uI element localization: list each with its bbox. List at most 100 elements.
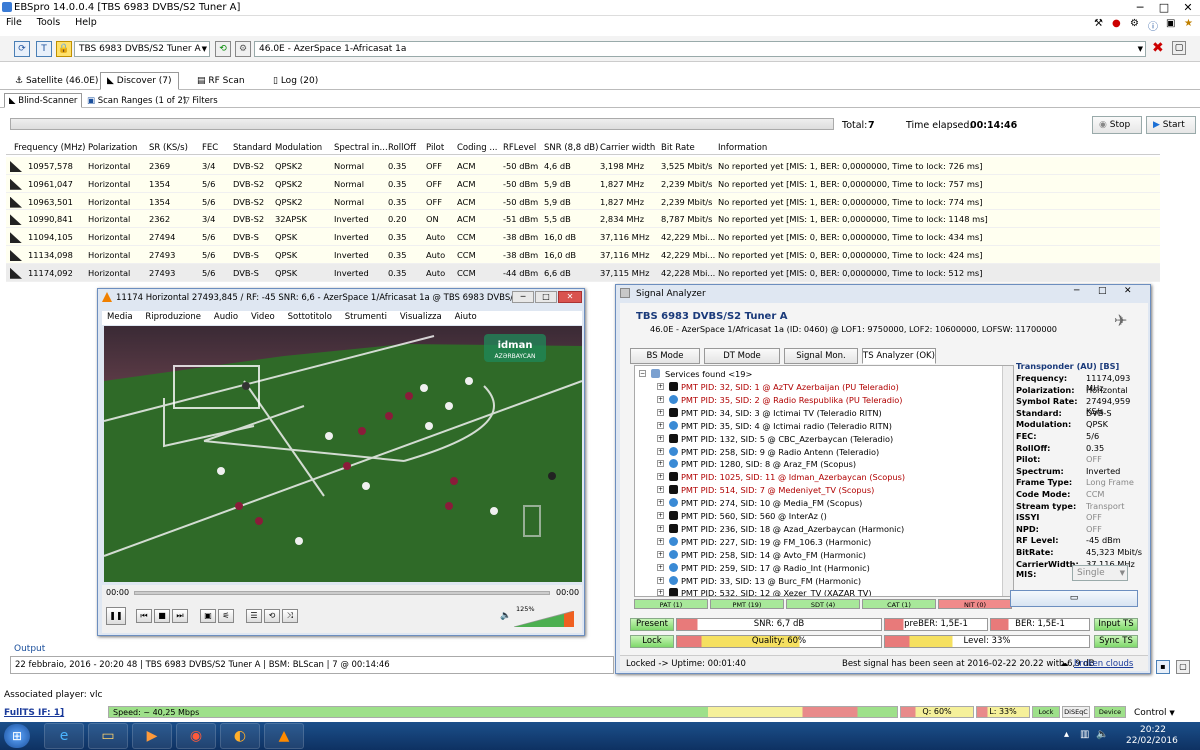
tab-signal-mon[interactable]: Signal Mon. [784, 348, 858, 364]
dish-config-icon[interactable]: ⚙ [235, 41, 251, 57]
media-player-icon[interactable]: ▶ [132, 723, 172, 749]
mis-select[interactable]: Single ▼ [1072, 565, 1128, 581]
expand-icon[interactable]: + [657, 512, 664, 519]
output-window-icon[interactable]: ▢ [1176, 660, 1190, 674]
vlc-menu-item[interactable]: Visualizza [395, 311, 447, 323]
table-row[interactable]: 11134,098 Horizontal 27493 5/6 DVB-S QPSK Inve… [6, 246, 1160, 264]
menu-file[interactable]: File [0, 16, 28, 29]
video-frame[interactable]: idman AZƏRBAYCAN [104, 326, 582, 582]
pause-button[interactable]: ❚❚ [106, 607, 126, 625]
save-icon[interactable]: ▪ [1156, 660, 1170, 674]
fullts-link[interactable]: FullTS IF: 1] [4, 708, 64, 718]
column-header-rflevel[interactable]: RFLevel [503, 143, 536, 153]
start-button[interactable]: ▶ Start [1146, 116, 1196, 134]
tab-satellite[interactable]: ⚓ Satellite (46.0E) [8, 72, 105, 90]
vlc-menu-item[interactable]: Audio [209, 311, 243, 323]
expand-icon[interactable]: + [657, 486, 664, 494]
menu-tools[interactable]: Tools [31, 16, 66, 29]
vlc-maximize-button[interactable]: □ [535, 291, 557, 303]
column-header-snr[interactable]: SNR (8,8 dB) [544, 143, 598, 153]
vlc-seek-bar[interactable] [134, 591, 550, 595]
clock-time[interactable]: 20:22 [1140, 725, 1166, 735]
tab-scan-ranges[interactable]: ▣ Scan Ranges (1 of 2) [82, 93, 191, 108]
table-row[interactable]: 11174,092 Horizontal 27493 5/6 DVB-S QPSK Inve… [6, 263, 1160, 282]
stop-button[interactable]: ◉ Stop [1092, 116, 1142, 134]
vlc-menu-item[interactable]: Strumenti [340, 311, 392, 323]
table-row[interactable]: 10961,047 Horizontal 1354 5/6 DVB-S2 QPSK2 Nor… [6, 174, 1160, 193]
chrome-icon[interactable]: ◉ [176, 723, 216, 749]
tab-ts-analyzer[interactable]: TS Analyzer (OK) [862, 348, 936, 364]
fullscreen-button[interactable]: ▣ [200, 609, 216, 623]
expand-icon[interactable]: + [657, 563, 664, 571]
tab-filters[interactable]: ▽ Filters [178, 93, 223, 108]
expand-icon[interactable]: + [657, 589, 664, 596]
star-icon[interactable]: ★ [1178, 17, 1199, 30]
tuner-select[interactable]: TBS 6983 DVBS/S2 Tuner A ▼ [74, 41, 210, 57]
loop-button[interactable]: ⟲ [264, 609, 280, 623]
column-header-sr[interactable]: SR (KS/s) [149, 143, 188, 153]
analyzer-close-button[interactable]: ✕ [1124, 286, 1132, 296]
expand-icon[interactable]: + [657, 434, 664, 442]
column-header-rolloff[interactable]: RollOff [388, 143, 416, 153]
tab-rf-scan[interactable]: ▤ RF Scan [190, 72, 252, 90]
column-header-coding[interactable]: Coding ... [457, 143, 497, 153]
tab-blind-scanner[interactable]: ◣ Blind-Scanner [4, 93, 83, 108]
tab-discover[interactable]: ◣ Discover (7) [100, 72, 179, 90]
vlc-menu-item[interactable]: Video [246, 311, 280, 323]
start-menu-button[interactable]: ⊞ [4, 724, 30, 748]
stop-playback-button[interactable]: ■ [154, 609, 170, 623]
tab-dt-mode[interactable]: DT Mode [704, 348, 780, 364]
services-scrollbar[interactable] [1002, 366, 1013, 596]
lock-icon[interactable]: 🔒 [56, 41, 72, 57]
clock-date[interactable]: 22/02/2016 [1126, 736, 1178, 746]
vlc-minimize-button[interactable]: ─ [512, 291, 534, 303]
ts-table-pmt[interactable]: PMT (19) [710, 599, 784, 609]
volume-icon[interactable]: 🔈 [1096, 729, 1108, 740]
vlc-close-button[interactable]: ✕ [558, 291, 582, 303]
tray-expand-icon[interactable]: ▴ [1064, 729, 1069, 740]
column-header-information[interactable]: Information [718, 143, 767, 153]
close-button[interactable]: ✕ [1176, 0, 1200, 16]
expand-icon[interactable]: + [657, 550, 664, 558]
satellite-select[interactable]: 46.0E - AzerSpace 1-Africasat 1a ▼ [254, 41, 1146, 57]
menu-help[interactable]: Help [69, 16, 103, 29]
expand-icon[interactable]: + [657, 447, 664, 455]
analyzer-minimize-button[interactable]: ─ [1074, 286, 1079, 296]
explorer-icon[interactable]: ▭ [88, 723, 128, 749]
network-icon[interactable]: ▥ [1080, 729, 1089, 740]
ie-icon[interactable]: e [44, 723, 84, 749]
column-header-freq[interactable]: Frequency (MHz) [14, 143, 85, 153]
vlc-menu-item[interactable]: Media [102, 311, 138, 323]
next-button[interactable]: ⏭ [172, 609, 188, 623]
control-menu[interactable]: Control ▼ [1134, 708, 1175, 718]
table-row[interactable]: 11094,105 Horizontal 27494 5/6 DVB-S QPSK Inve… [6, 228, 1160, 246]
expand-icon[interactable]: + [657, 408, 664, 416]
expand-icon[interactable]: + [657, 473, 664, 481]
vlc-menu-item[interactable]: Aiuto [450, 311, 482, 323]
expand-icon[interactable]: + [657, 524, 664, 532]
analyzer-maximize-button[interactable]: □ [1098, 286, 1107, 296]
ts-table-nit[interactable]: NIT (0) [938, 599, 1012, 609]
ts-table-pat[interactable]: PAT (1) [634, 599, 708, 609]
expand-icon[interactable]: + [657, 537, 664, 545]
dish-refresh-icon[interactable]: ⟲ [215, 41, 231, 57]
refresh-icon[interactable]: ⟳ [14, 41, 30, 57]
extended-settings-button[interactable]: ⚟ [218, 609, 234, 623]
vlc-taskbar-icon[interactable]: ▲ [264, 723, 304, 749]
column-header-polarization[interactable]: Polarization [88, 143, 137, 153]
column-header-bitrate[interactable]: Bit Rate [661, 143, 695, 153]
tuner-icon[interactable]: T [36, 41, 52, 57]
expand-icon[interactable]: + [657, 460, 664, 468]
expand-icon[interactable]: + [657, 395, 664, 403]
column-header-spectral[interactable]: Spectral in... [334, 143, 388, 153]
vlc-menu-item[interactable]: Riproduzione [140, 311, 206, 323]
minimize-button[interactable]: ─ [1128, 0, 1152, 16]
weather-link[interactable]: broken clouds [1074, 659, 1133, 669]
restore-icon[interactable]: ▢ [1172, 41, 1186, 55]
ebspro-icon[interactable]: ◐ [220, 723, 260, 749]
volume-slider[interactable] [514, 611, 574, 627]
tab-log[interactable]: ▯ Log (20) [266, 72, 325, 90]
expand-icon[interactable]: + [657, 576, 664, 584]
table-row[interactable]: 10957,578 Horizontal 2369 3/4 DVB-S2 QPSK2 Nor… [6, 157, 1160, 175]
table-row[interactable]: 10963,501 Horizontal 1354 5/6 DVB-S2 QPSK2 Nor… [6, 192, 1160, 211]
